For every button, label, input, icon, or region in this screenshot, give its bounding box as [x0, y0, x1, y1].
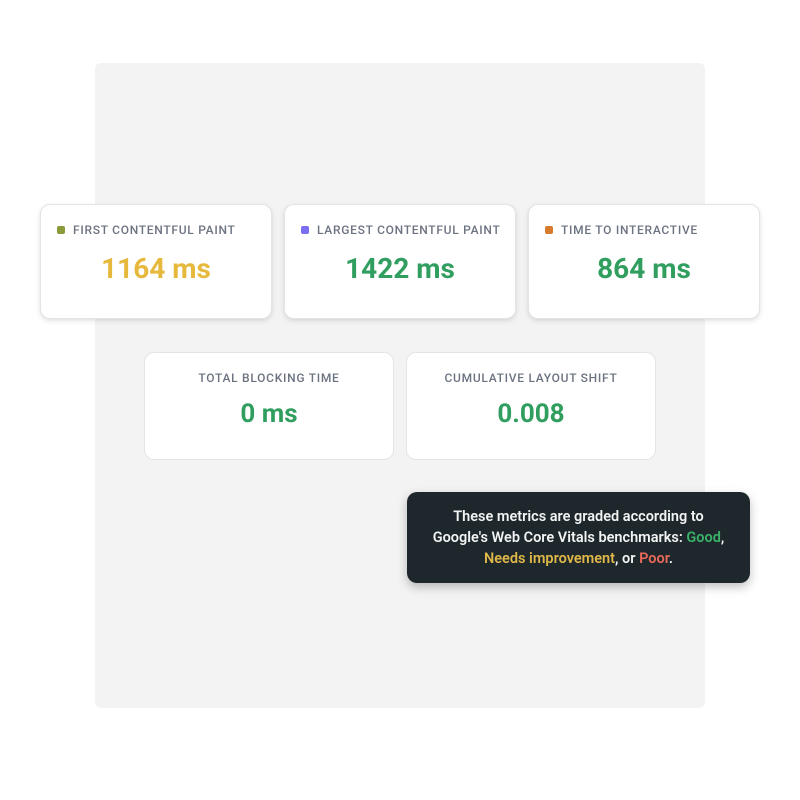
grading-tooltip: These metrics are graded according to Go…: [407, 492, 750, 583]
metric-label: TIME TO INTERACTIVE: [561, 223, 698, 237]
metric-value: 1164 ms: [101, 255, 211, 283]
metric-value: 0 ms: [240, 401, 297, 427]
swatch-icon: [301, 226, 309, 234]
metric-card-tti: TIME TO INTERACTIVE 864 ms: [528, 204, 760, 319]
metric-card-lcp: LARGEST CONTENTFUL PAINT 1422 ms: [284, 204, 516, 319]
metric-card-tbt: TOTAL BLOCKING TIME 0 ms: [144, 352, 394, 460]
metric-value: 0.008: [497, 401, 564, 427]
tooltip-grade-warn: Needs improvement: [484, 550, 615, 567]
metric-label: TOTAL BLOCKING TIME: [198, 371, 339, 385]
metrics-row-primary: FIRST CONTENTFUL PAINT 1164 ms LARGEST C…: [40, 204, 760, 319]
metric-card-cls: CUMULATIVE LAYOUT SHIFT 0.008: [406, 352, 656, 460]
metrics-row-secondary: TOTAL BLOCKING TIME 0 ms CUMULATIVE LAYO…: [144, 352, 656, 460]
tooltip-grade-poor: Poor: [639, 550, 669, 567]
metric-value: 864 ms: [597, 255, 691, 283]
metric-label: CUMULATIVE LAYOUT SHIFT: [444, 371, 617, 385]
tooltip-sep: , or: [615, 550, 639, 567]
metric-card-fcp: FIRST CONTENTFUL PAINT 1164 ms: [40, 204, 272, 319]
swatch-icon: [57, 226, 65, 234]
tooltip-sep: ,: [721, 529, 724, 546]
tooltip-suffix: .: [669, 550, 673, 567]
metric-label: LARGEST CONTENTFUL PAINT: [317, 223, 501, 237]
metric-label: FIRST CONTENTFUL PAINT: [73, 223, 236, 237]
swatch-icon: [545, 226, 553, 234]
metric-value: 1422 ms: [345, 255, 455, 283]
tooltip-text: These metrics are graded according to Go…: [433, 508, 704, 546]
tooltip-grade-good: Good: [686, 529, 720, 546]
